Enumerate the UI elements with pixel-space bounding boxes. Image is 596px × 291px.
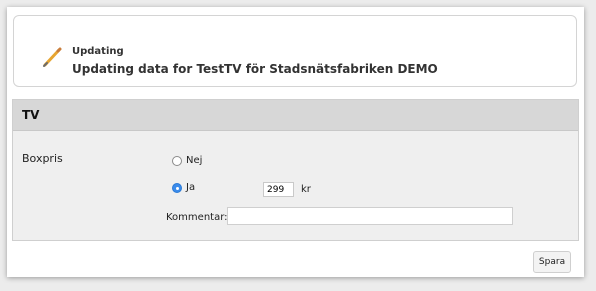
option-nej-label: Nej <box>186 155 203 166</box>
option-ja-label: Ja <box>186 182 196 193</box>
field-label-boxpris: Boxpris <box>22 152 63 165</box>
save-button[interactable]: Spara <box>533 251 571 273</box>
radio-nej[interactable] <box>172 155 182 166</box>
tv-panel: TV Boxpris Nej Ja kr Kommentar: <box>12 99 579 241</box>
price-input[interactable] <box>263 182 294 197</box>
comment-input[interactable] <box>227 207 513 225</box>
currency-label: kr <box>301 184 311 195</box>
header-card: Updating Updating data for TestTV för St… <box>13 15 577 87</box>
panel-header: TV <box>13 100 578 131</box>
option-ja[interactable]: Ja <box>172 182 195 193</box>
panel-title: TV <box>22 108 40 122</box>
comment-label: Kommentar: <box>166 212 228 223</box>
radio-ja[interactable] <box>172 182 182 193</box>
update-window: Updating Updating data for TestTV för St… <box>7 7 584 277</box>
option-nej[interactable]: Nej <box>172 155 202 166</box>
pencil-icon <box>41 45 65 69</box>
header-kicker: Updating <box>72 46 124 57</box>
page-title: Updating data for TestTV för Stadsnätsfa… <box>72 62 438 76</box>
